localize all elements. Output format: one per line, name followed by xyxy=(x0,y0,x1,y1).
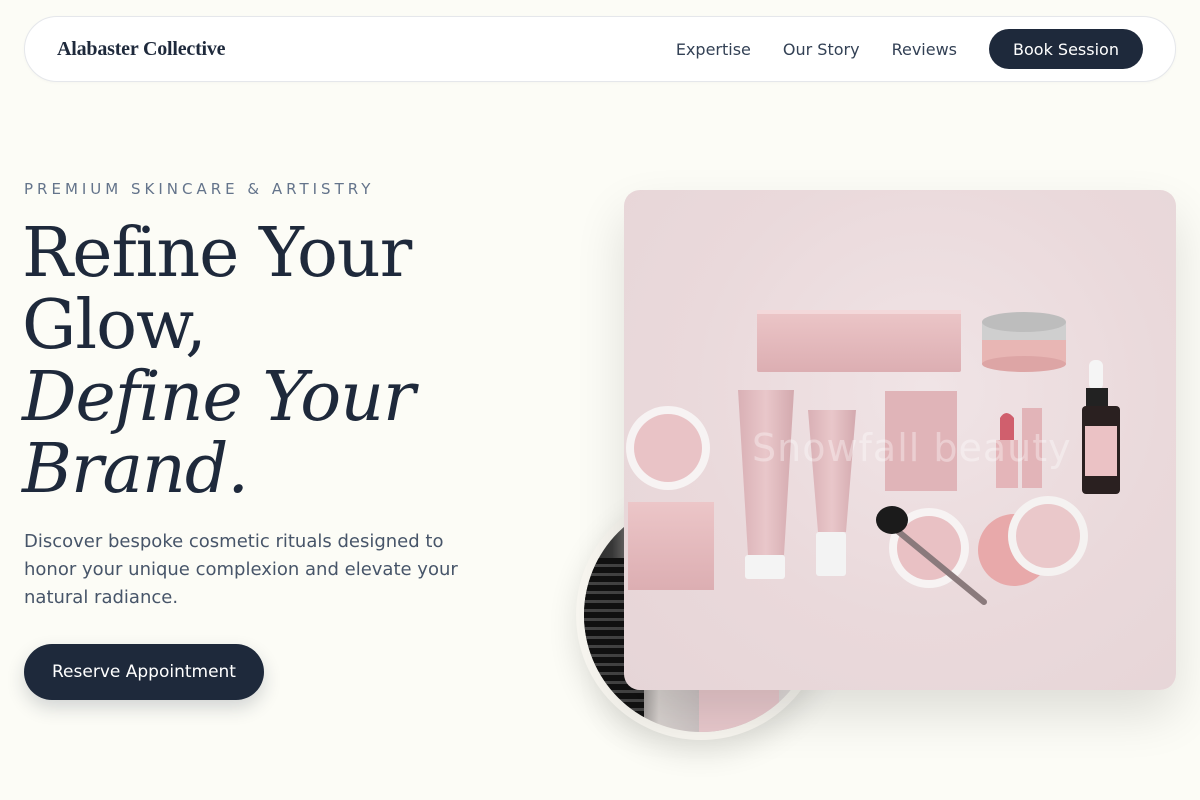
image-watermark: Snowfall beauty xyxy=(752,426,1072,470)
brush-compact xyxy=(876,506,987,605)
headline-line-4: Brand. xyxy=(22,430,249,509)
open-compact xyxy=(978,496,1088,586)
book-session-button[interactable]: Book Session xyxy=(989,29,1143,69)
hero-headline: Refine Your Glow, Define Your Brand. xyxy=(22,218,542,506)
top-navbar: Alabaster Collective Expertise Our Story… xyxy=(24,16,1176,82)
dropper-bottle xyxy=(1082,360,1120,494)
compact-left xyxy=(626,406,710,490)
nav-link-our-story[interactable]: Our Story xyxy=(783,40,860,59)
brand-logo[interactable]: Alabaster Collective xyxy=(57,38,226,61)
jar xyxy=(982,312,1066,372)
hero-eyebrow: PREMIUM SKINCARE & ARTISTRY xyxy=(24,180,375,198)
tube-large xyxy=(738,390,794,579)
hero-subcopy: Discover bespoke cosmetic rituals design… xyxy=(24,531,458,608)
square-box xyxy=(628,502,714,590)
nav-link-expertise[interactable]: Expertise xyxy=(676,40,751,59)
long-box xyxy=(757,310,961,372)
reserve-appointment-button[interactable]: Reserve Appointment xyxy=(24,644,264,700)
nav-link-reviews[interactable]: Reviews xyxy=(892,40,957,59)
headline-line-1: Refine Your xyxy=(22,214,412,293)
nav-links: Expertise Our Story Reviews Book Session xyxy=(676,29,1143,69)
headline-line-3: Define Your xyxy=(22,358,416,437)
hero-product-image: Snowfall beauty xyxy=(624,190,1176,690)
headline-line-2: Glow, xyxy=(22,286,207,365)
